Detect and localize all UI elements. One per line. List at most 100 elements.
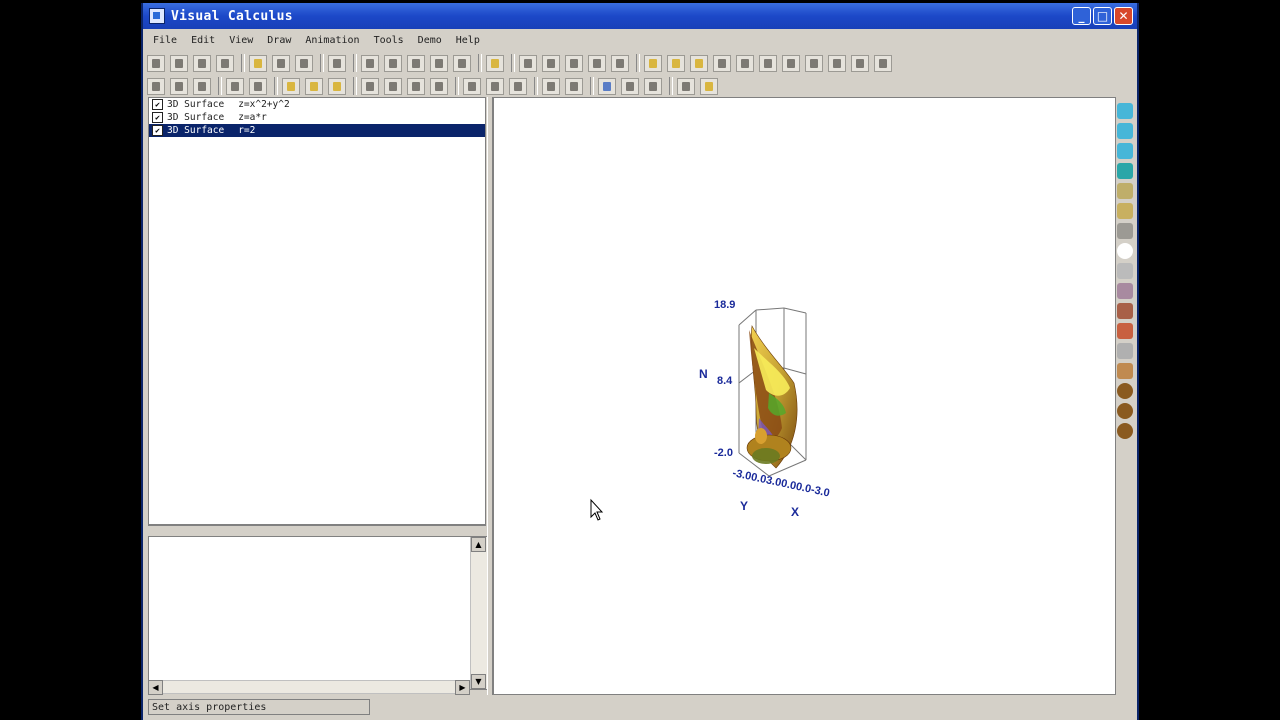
scroll-down-icon[interactable]: ▼: [471, 674, 486, 689]
rotate-x-icon[interactable]: [282, 77, 300, 95]
vector-icon[interactable]: [193, 77, 211, 95]
color-icon[interactable]: [598, 77, 616, 95]
frame-forward-icon[interactable]: [805, 54, 823, 72]
output-pane: ▲ ▼: [148, 536, 488, 690]
curve-icon[interactable]: [565, 54, 583, 72]
save-icon[interactable]: [272, 54, 290, 72]
table-icon[interactable]: [677, 77, 695, 95]
sphere-brown-1-icon[interactable]: [1117, 383, 1133, 399]
new-file-icon[interactable]: [147, 54, 165, 72]
scroll-left-icon[interactable]: ◀: [148, 680, 163, 695]
delete-icon[interactable]: [453, 54, 471, 72]
vertical-scrollbar[interactable]: ▲ ▼: [470, 537, 487, 689]
edit-view-icon[interactable]: [1117, 203, 1133, 219]
toolbar-separator: [274, 77, 278, 95]
light-icon[interactable]: [542, 77, 560, 95]
pause-icon[interactable]: [736, 54, 754, 72]
mesh-icon[interactable]: [509, 77, 527, 95]
new-doc-icon[interactable]: [193, 54, 211, 72]
horizontal-scrollbar[interactable]: ◀ ▶: [148, 680, 470, 695]
properties-icon[interactable]: [430, 54, 448, 72]
lightbulb-icon[interactable]: [700, 77, 718, 95]
rotate-icon[interactable]: [1117, 283, 1133, 299]
menu-animation[interactable]: Animation: [305, 35, 359, 46]
checkbox[interactable]: ✔: [152, 112, 163, 123]
pan-icon[interactable]: [1117, 223, 1133, 239]
animate-loop-icon[interactable]: [667, 54, 685, 72]
animate-step-icon[interactable]: [690, 54, 708, 72]
menu-edit[interactable]: Edit: [191, 35, 215, 46]
list-item[interactable]: ✔ 3D Surface z=a*r: [149, 111, 485, 124]
title-bar[interactable]: Visual Calculus _ □ ✕: [143, 3, 1137, 29]
window-title: Visual Calculus: [171, 8, 293, 24]
open-folder-icon[interactable]: [249, 54, 267, 72]
pattern-icon[interactable]: [644, 77, 662, 95]
maximize-button[interactable]: □: [1093, 7, 1112, 25]
contour-icon[interactable]: [486, 77, 504, 95]
rotate-y-icon[interactable]: [305, 77, 323, 95]
scroll-up-icon[interactable]: ▲: [471, 537, 486, 552]
menu-view[interactable]: View: [229, 35, 253, 46]
line-icon[interactable]: [170, 77, 188, 95]
light-source-icon[interactable]: [1117, 343, 1133, 359]
record-icon[interactable]: [874, 54, 892, 72]
menu-tools[interactable]: Tools: [374, 35, 404, 46]
close-button[interactable]: ✕: [1114, 7, 1133, 25]
fast-forward-icon[interactable]: [851, 54, 869, 72]
menu-file[interactable]: File: [153, 35, 177, 46]
status-bar: Set axis properties: [145, 697, 1135, 717]
list-item[interactable]: ✔ 3D Surface z=x^2+y^2: [149, 98, 485, 111]
menu-draw[interactable]: Draw: [267, 35, 291, 46]
copy-icon[interactable]: [384, 54, 402, 72]
save-as-icon[interactable]: [295, 54, 313, 72]
material-icon[interactable]: [1117, 363, 1133, 379]
zoom-icon[interactable]: [1117, 263, 1133, 279]
box-icon[interactable]: [407, 77, 425, 95]
shade-icon[interactable]: [565, 77, 583, 95]
paste-icon[interactable]: [407, 54, 425, 72]
view-front-icon[interactable]: [1117, 103, 1133, 119]
view-box-icon[interactable]: [1117, 183, 1133, 199]
grid-icon[interactable]: [384, 77, 402, 95]
new-template-icon[interactable]: [216, 54, 234, 72]
frame-icon[interactable]: [430, 77, 448, 95]
scroll-right-icon[interactable]: ▶: [455, 680, 470, 695]
rewind-icon[interactable]: [828, 54, 846, 72]
toolbar-separator: [241, 54, 245, 72]
stop-icon[interactable]: [759, 54, 777, 72]
view-top-icon[interactable]: [1117, 143, 1133, 159]
slice-icon[interactable]: [463, 77, 481, 95]
menu-help[interactable]: Help: [456, 35, 480, 46]
checkbox[interactable]: ✔: [152, 99, 163, 110]
y-axis-label: Y: [740, 499, 748, 513]
graph-icon[interactable]: [519, 54, 537, 72]
checkbox[interactable]: ✔: [152, 125, 163, 136]
texture-icon[interactable]: [621, 77, 639, 95]
surface-icon[interactable]: [542, 54, 560, 72]
solid-icon[interactable]: [611, 54, 629, 72]
axis-xyz-icon[interactable]: [1117, 323, 1133, 339]
sphere-brown-2-icon[interactable]: [1117, 403, 1133, 419]
sphere-brown-3-icon[interactable]: [1117, 423, 1133, 439]
rotate-z-icon[interactable]: [328, 77, 346, 95]
list-item-selected[interactable]: ✔ 3D Surface r=2: [149, 124, 485, 137]
view-side-icon[interactable]: [1117, 123, 1133, 139]
parametric-icon[interactable]: [249, 77, 267, 95]
view-iso-icon[interactable]: [1117, 163, 1133, 179]
animate-icon[interactable]: [644, 54, 662, 72]
point-icon[interactable]: [147, 77, 165, 95]
axis-red-icon[interactable]: [1117, 303, 1133, 319]
plot-view[interactable]: N 18.9 8.4 -2.0 -3.00.03.00.00.0-3.0 Y X…: [493, 97, 1116, 695]
help-icon[interactable]: [486, 54, 504, 72]
axis-icon[interactable]: [361, 77, 379, 95]
function-icon[interactable]: [226, 77, 244, 95]
point-light-icon[interactable]: [1117, 243, 1133, 259]
play-icon[interactable]: [713, 54, 731, 72]
new-page-icon[interactable]: [170, 54, 188, 72]
minimize-button[interactable]: _: [1072, 7, 1091, 25]
menu-demo[interactable]: Demo: [418, 35, 442, 46]
cut-icon[interactable]: [361, 54, 379, 72]
frame-back-icon[interactable]: [782, 54, 800, 72]
print-icon[interactable]: [328, 54, 346, 72]
region-icon[interactable]: [588, 54, 606, 72]
